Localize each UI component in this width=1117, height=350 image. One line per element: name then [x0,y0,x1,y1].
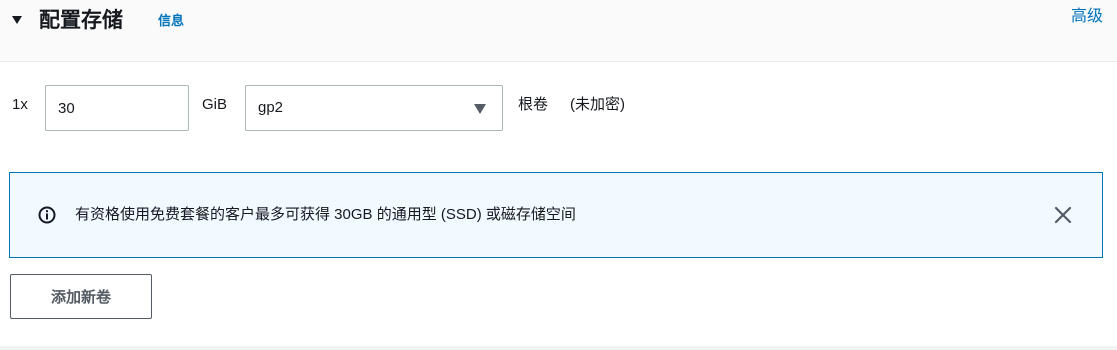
volume-size-input[interactable] [45,85,189,131]
section-title: 配置存储 [39,9,123,32]
volume-type-value: gp2 [258,99,284,116]
encryption-status-label: (未加密) [570,96,625,113]
info-link[interactable]: 信息 [158,12,184,30]
close-icon[interactable] [1054,206,1072,224]
dropdown-arrow-icon [474,104,486,114]
info-icon [38,206,56,224]
free-tier-info-alert: 有资格使用免费套餐的客户最多可获得 30GB 的通用型 (SSD) 或磁存储空间 [9,172,1103,258]
add-new-volume-button[interactable]: 添加新卷 [10,274,152,319]
volume-row: 1x GiB gp2 根卷 (未加密) [0,85,1117,131]
caret-down-icon[interactable] [11,14,23,26]
volume-type-select[interactable]: gp2 [245,85,503,131]
section-header: 配置存储 信息 高级 [0,0,1117,62]
root-volume-label: 根卷 [518,96,549,113]
advanced-link[interactable]: 高级 [1071,6,1103,28]
size-unit-label: GiB [202,96,228,113]
section-divider [0,346,1117,350]
volume-count: 1x [12,96,28,113]
configure-storage-panel: 配置存储 信息 高级 1x GiB gp2 根卷 (未加密) 有资格使用免费套餐… [0,0,1117,350]
alert-message: 有资格使用免费套餐的客户最多可获得 30GB 的通用型 (SSD) 或磁存储空间 [75,206,576,223]
